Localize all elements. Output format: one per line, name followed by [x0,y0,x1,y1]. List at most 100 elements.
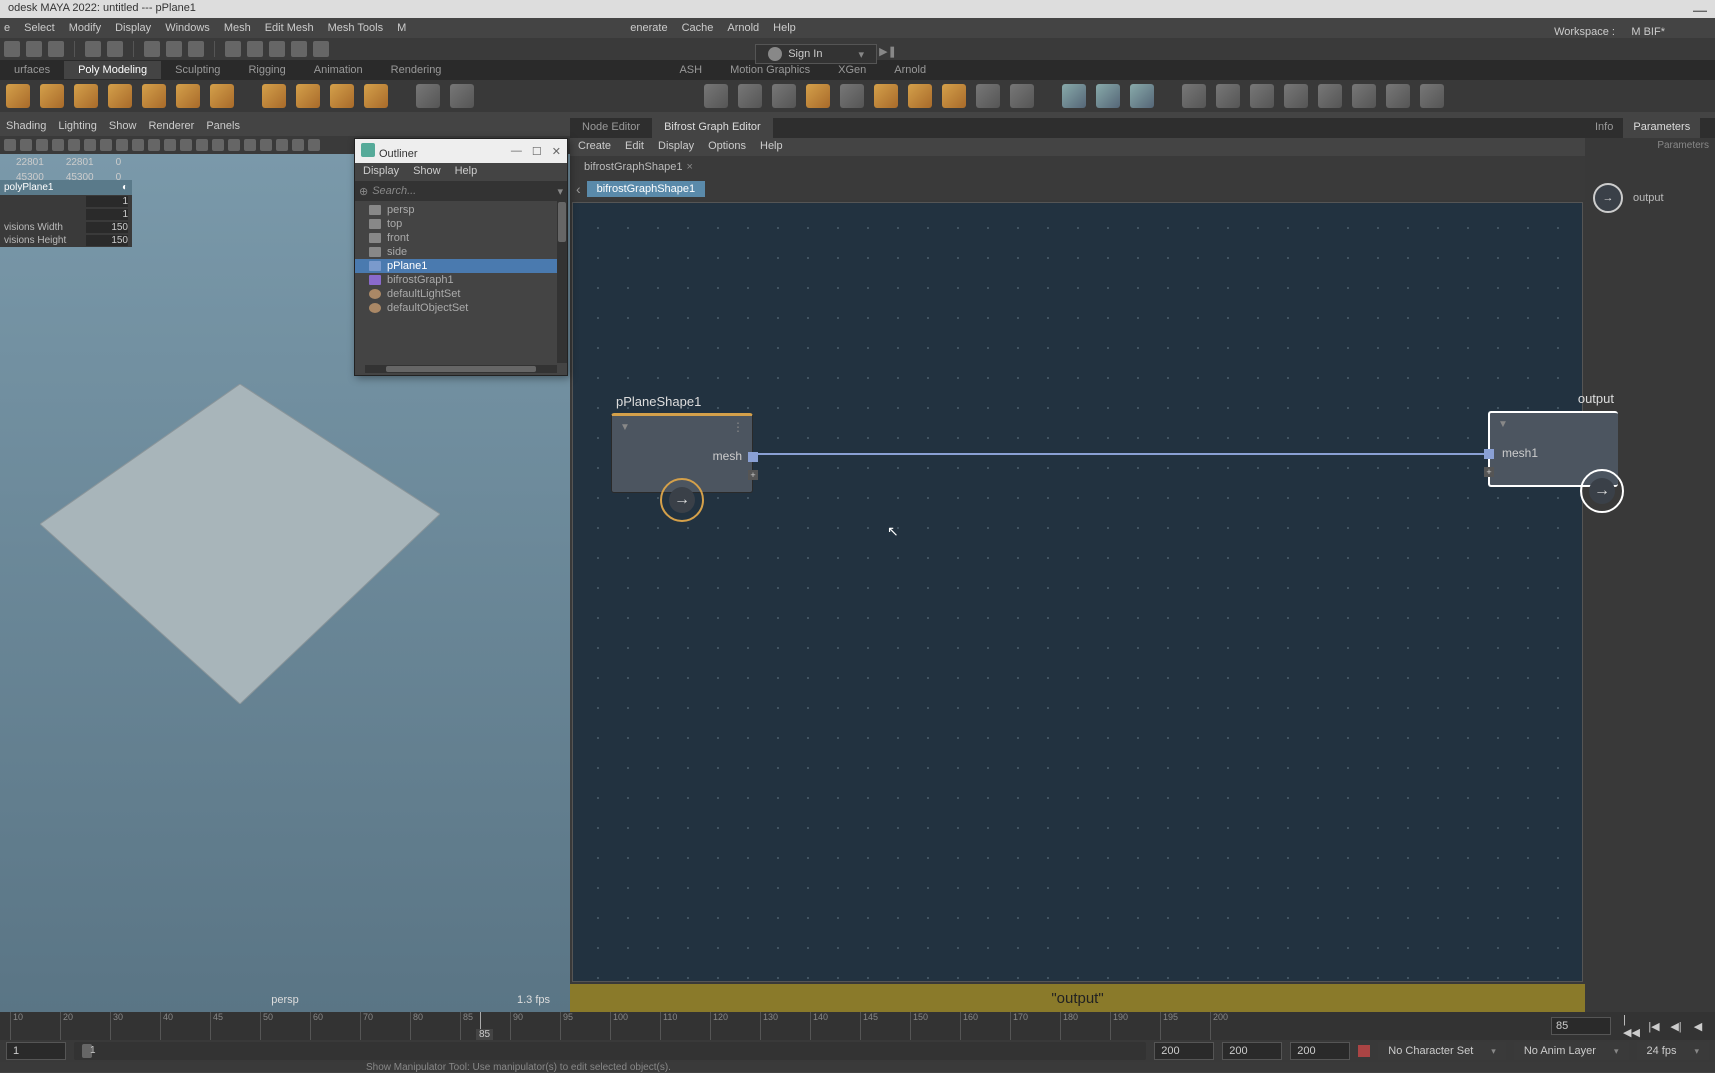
platonic-icon[interactable] [262,84,286,108]
menu-item[interactable]: Cache [682,22,714,34]
shelf-icon[interactable] [806,84,830,108]
channel-toggle-icon[interactable]: ◐ [122,182,128,193]
vt-icon[interactable] [260,139,272,151]
outliner-item-lightset[interactable]: defaultLightSet [355,287,567,301]
outliner-item-top[interactable]: top [355,217,567,231]
outliner-item-persp[interactable]: persp [355,203,567,217]
range-end-input[interactable] [1154,1042,1214,1060]
outliner-item-objectset[interactable]: defaultObjectSet [355,301,567,315]
outliner-titlebar[interactable]: Outliner — ☐ ✕ [355,139,567,163]
menu-item[interactable]: Display [115,22,151,34]
shelf-icon[interactable] [1010,84,1034,108]
select-icon[interactable] [144,41,160,57]
outliner-menu-item[interactable]: Show [413,165,441,179]
vt-icon[interactable] [212,139,224,151]
shelf-tab[interactable]: Arnold [880,61,940,79]
shelf-icon[interactable] [1386,84,1410,108]
view-menu-item[interactable]: Renderer [148,120,194,134]
shelf-icon[interactable] [874,84,898,108]
shelf-icon[interactable] [976,84,1000,108]
add-port-icon[interactable]: + [1484,467,1494,477]
minimize-window-icon[interactable]: — [511,145,522,158]
vt-icon[interactable] [276,139,288,151]
search-dropdown-icon[interactable]: ▾ [557,185,563,198]
graph-menu-item[interactable]: Display [658,140,694,154]
poly-plane-icon[interactable] [176,84,200,108]
node-output[interactable]: output ▼ mesh1 + → [1488,411,1618,487]
outliner-menu-item[interactable]: Display [363,165,399,179]
menu-item[interactable]: e [4,22,10,34]
timeline-ruler[interactable]: 85 1020304045506070808590951001101201301… [0,1012,1547,1040]
node-menu-icon[interactable]: ⋮ [732,420,744,434]
next-icon[interactable]: ▶❚ [881,44,895,58]
outliner-item-pplane1[interactable]: pPlane1 [355,259,567,273]
vt-icon[interactable] [36,139,48,151]
outliner-item-bifrost[interactable]: bifrostGraph1 [355,273,567,287]
output-port[interactable] [748,452,758,462]
outliner-item-side[interactable]: side [355,245,567,259]
vt-icon[interactable] [68,139,80,151]
vt-icon[interactable] [308,139,320,151]
menu-item[interactable]: Select [24,22,55,34]
go-start-icon[interactable]: |◀◀ [1623,1017,1641,1035]
node-pplaneshape1[interactable]: pPlaneShape1 ▼ ⋮ mesh + → [611,413,753,493]
charset-dropdown[interactable]: No Character Set [1378,1042,1506,1060]
vt-icon[interactable] [132,139,144,151]
outliner-menu-item[interactable]: Help [455,165,478,179]
shelf-tab[interactable]: Rigging [234,61,299,79]
play-back-icon[interactable]: ◀| [1667,1017,1685,1035]
shelf-tab-active[interactable]: Poly Modeling [64,61,161,79]
collapse-icon[interactable]: ▼ [1498,419,1508,430]
shelf-icon[interactable] [1182,84,1206,108]
signin-button[interactable]: Sign In ▾ [755,44,877,64]
shelf-icon[interactable] [1352,84,1376,108]
outliner-scrollbar-v[interactable] [557,201,567,363]
parameters-tab[interactable]: Parameters [1623,118,1700,138]
snap-plane-icon[interactable] [291,41,307,57]
vt-icon[interactable] [116,139,128,151]
paint-select-icon[interactable] [188,41,204,57]
sweep-mesh-icon[interactable] [450,84,474,108]
menu-item[interactable]: M [397,22,406,34]
minimize-icon[interactable]: — [1693,2,1707,16]
shelf-tab[interactable]: urfaces [0,61,64,79]
shelf-icon[interactable] [772,84,796,108]
current-graph-button[interactable]: bifrostGraphShape1 [587,181,705,197]
vt-icon[interactable] [196,139,208,151]
anim-end-input[interactable] [1222,1042,1282,1060]
redo-icon[interactable] [107,41,123,57]
shelf-icon[interactable] [840,84,864,108]
outliner-window[interactable]: Outliner — ☐ ✕ Display Show Help ⊕ ▾ per… [354,138,568,376]
vt-icon[interactable] [180,139,192,151]
shelf-icon[interactable] [1420,84,1444,108]
vt-icon[interactable] [292,139,304,151]
poly-sphere-icon[interactable] [6,84,30,108]
shelf-icon[interactable] [908,84,932,108]
menu-item[interactable]: enerate [630,22,667,34]
shelf-tab[interactable]: Rendering [377,61,456,79]
menu-item[interactable]: Modify [69,22,101,34]
close-tab-icon[interactable]: × [686,161,692,173]
collapse-icon[interactable]: ▼ [620,422,630,433]
snap-live-icon[interactable] [313,41,329,57]
current-frame-input[interactable] [1551,1017,1611,1035]
shelf-tab[interactable]: Sculpting [161,61,234,79]
add-port-icon[interactable]: + [748,470,758,480]
channel-field[interactable] [86,235,128,246]
graph-menu-item[interactable]: Create [578,140,611,154]
menu-item[interactable]: Windows [165,22,210,34]
fps-dropdown[interactable]: 24 fps [1637,1042,1710,1060]
view-menu-item[interactable]: Shading [6,120,46,134]
shelf-icon[interactable] [942,84,966,108]
close-window-icon[interactable]: ✕ [552,145,561,158]
view-menu-item[interactable]: Show [109,120,137,134]
shelf-icon[interactable] [1250,84,1274,108]
snap-point-icon[interactable] [269,41,285,57]
shelf-tab[interactable]: ASH [665,61,716,79]
channel-field[interactable] [86,196,128,207]
shelf-icon[interactable] [1130,84,1154,108]
vt-icon[interactable] [164,139,176,151]
super-shape-icon[interactable] [296,84,320,108]
view-menu-item[interactable]: Panels [206,120,240,134]
editor-tab-bifrost[interactable]: Bifrost Graph Editor [652,118,773,138]
